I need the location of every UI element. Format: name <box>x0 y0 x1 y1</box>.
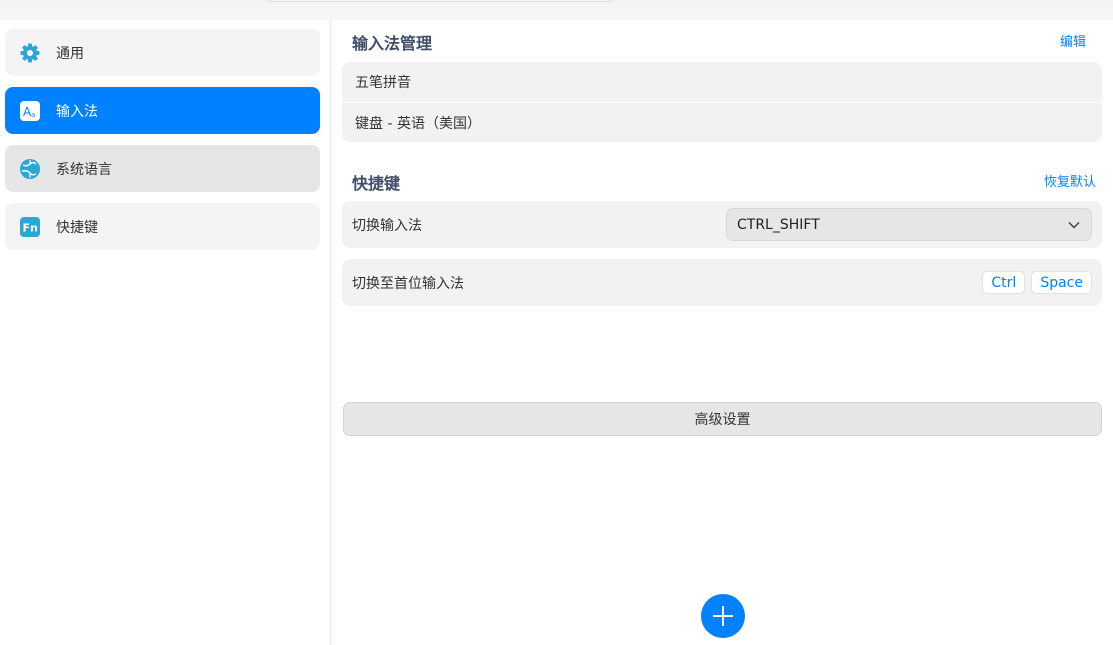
switch-input-method-select[interactable]: CTRL_SHIFT <box>726 208 1092 241</box>
restore-defaults-button[interactable]: 恢复默认 <box>1044 171 1096 190</box>
key-space: Space <box>1031 271 1092 294</box>
search-box[interactable] <box>266 0 614 2</box>
svg-text:a: a <box>31 111 35 119</box>
window-top-bar <box>0 0 1113 20</box>
gear-icon <box>19 42 41 64</box>
sidebar-item-general[interactable]: 通用 <box>5 29 320 76</box>
plus-icon <box>713 606 733 626</box>
list-item[interactable]: 键盘 - 英语（美国） <box>342 102 1102 142</box>
switch-first-input-method-label: 切换至首位输入法 <box>352 275 464 292</box>
sidebar-item-label: 输入法 <box>56 103 98 120</box>
shortcuts-section-title: 快捷键 <box>352 174 401 193</box>
key-ctrl: Ctrl <box>982 271 1026 294</box>
switch-input-method-label: 切换输入法 <box>352 217 422 234</box>
sidebar-item-label: 系统语言 <box>56 161 112 178</box>
sidebar-item-system-language[interactable]: 系统语言 <box>5 145 320 192</box>
sidebar-item-shortcuts[interactable]: Fn 快捷键 <box>5 203 320 250</box>
add-button[interactable] <box>701 594 745 638</box>
input-method-list: 五笔拼音 键盘 - 英语（美国） <box>342 62 1102 142</box>
advanced-settings-button[interactable]: 高级设置 <box>343 402 1102 436</box>
svg-text:Fn: Fn <box>23 221 38 234</box>
list-item[interactable]: 五笔拼音 <box>342 62 1102 102</box>
switch-input-method-value: CTRL_SHIFT <box>737 216 820 233</box>
input-method-icon: A a <box>19 100 41 122</box>
sidebar-item-label: 通用 <box>56 45 84 62</box>
sidebar: 通用 A a 输入法 系统语言 Fn 快捷键 <box>0 20 331 645</box>
switch-input-method-row: 切换输入法 CTRL_SHIFT <box>342 201 1102 248</box>
fn-key-icon: Fn <box>19 216 41 238</box>
edit-button[interactable]: 编辑 <box>1060 31 1086 50</box>
shortcut-keys[interactable]: Ctrl Space <box>982 271 1092 294</box>
globe-icon <box>19 158 41 180</box>
input-method-section-title: 输入法管理 <box>352 34 433 53</box>
main-panel: 输入法管理 编辑 五笔拼音 键盘 - 英语（美国） 快捷键 恢复默认 切换输入法… <box>332 20 1113 645</box>
sidebar-item-label: 快捷键 <box>56 219 98 236</box>
chevron-down-icon <box>1067 218 1081 236</box>
sidebar-item-input-method[interactable]: A a 输入法 <box>5 87 320 134</box>
switch-first-input-method-row: 切换至首位输入法 Ctrl Space <box>342 259 1102 306</box>
